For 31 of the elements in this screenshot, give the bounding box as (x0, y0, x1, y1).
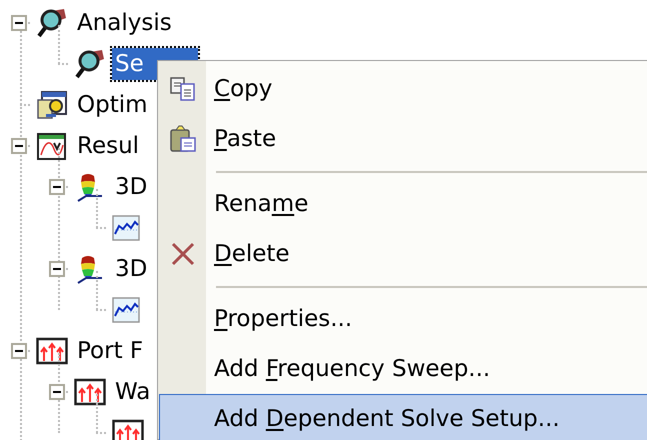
tree-item-label[interactable]: Resul (74, 130, 142, 162)
magnifier-icon (36, 8, 68, 38)
expander-toggle[interactable] (11, 138, 27, 154)
curve-chart-icon (36, 130, 68, 160)
menu-item[interactable]: Add Dependent Solve Setup... (159, 394, 647, 440)
delete-icon (170, 241, 196, 267)
expander-toggle[interactable] (49, 178, 65, 194)
paste-icon (169, 125, 197, 153)
expander-toggle[interactable] (11, 14, 27, 30)
menu-item[interactable]: Paste (159, 114, 647, 164)
magnifier-icon (74, 48, 106, 78)
tree-item-label[interactable]: Port F (74, 334, 146, 366)
port-arrows-icon (112, 418, 144, 440)
tree-item-label[interactable]: 3D (112, 252, 150, 284)
copy-icon (169, 76, 197, 102)
menu-item[interactable]: Add Frequency Sweep... (159, 344, 647, 394)
line-graph-icon (112, 214, 140, 240)
tree-item-label[interactable]: Analysis (74, 6, 175, 38)
port-arrows-icon (74, 378, 106, 406)
tree-item-label[interactable]: Optim (74, 88, 151, 120)
line-graph-icon (112, 296, 140, 322)
menu-item[interactable]: Rename (159, 179, 647, 229)
tree-item-label[interactable]: 3D (112, 170, 150, 202)
menu-item[interactable]: Delete (159, 229, 647, 279)
tree-item-label[interactable]: Wa (112, 376, 154, 408)
menu-item[interactable]: Properties... (159, 294, 647, 344)
port-arrows-icon (36, 336, 68, 364)
gear-window-icon (36, 90, 68, 120)
expander-toggle[interactable] (11, 342, 27, 358)
expander-toggle[interactable] (49, 260, 65, 276)
expander-toggle[interactable] (49, 384, 65, 400)
